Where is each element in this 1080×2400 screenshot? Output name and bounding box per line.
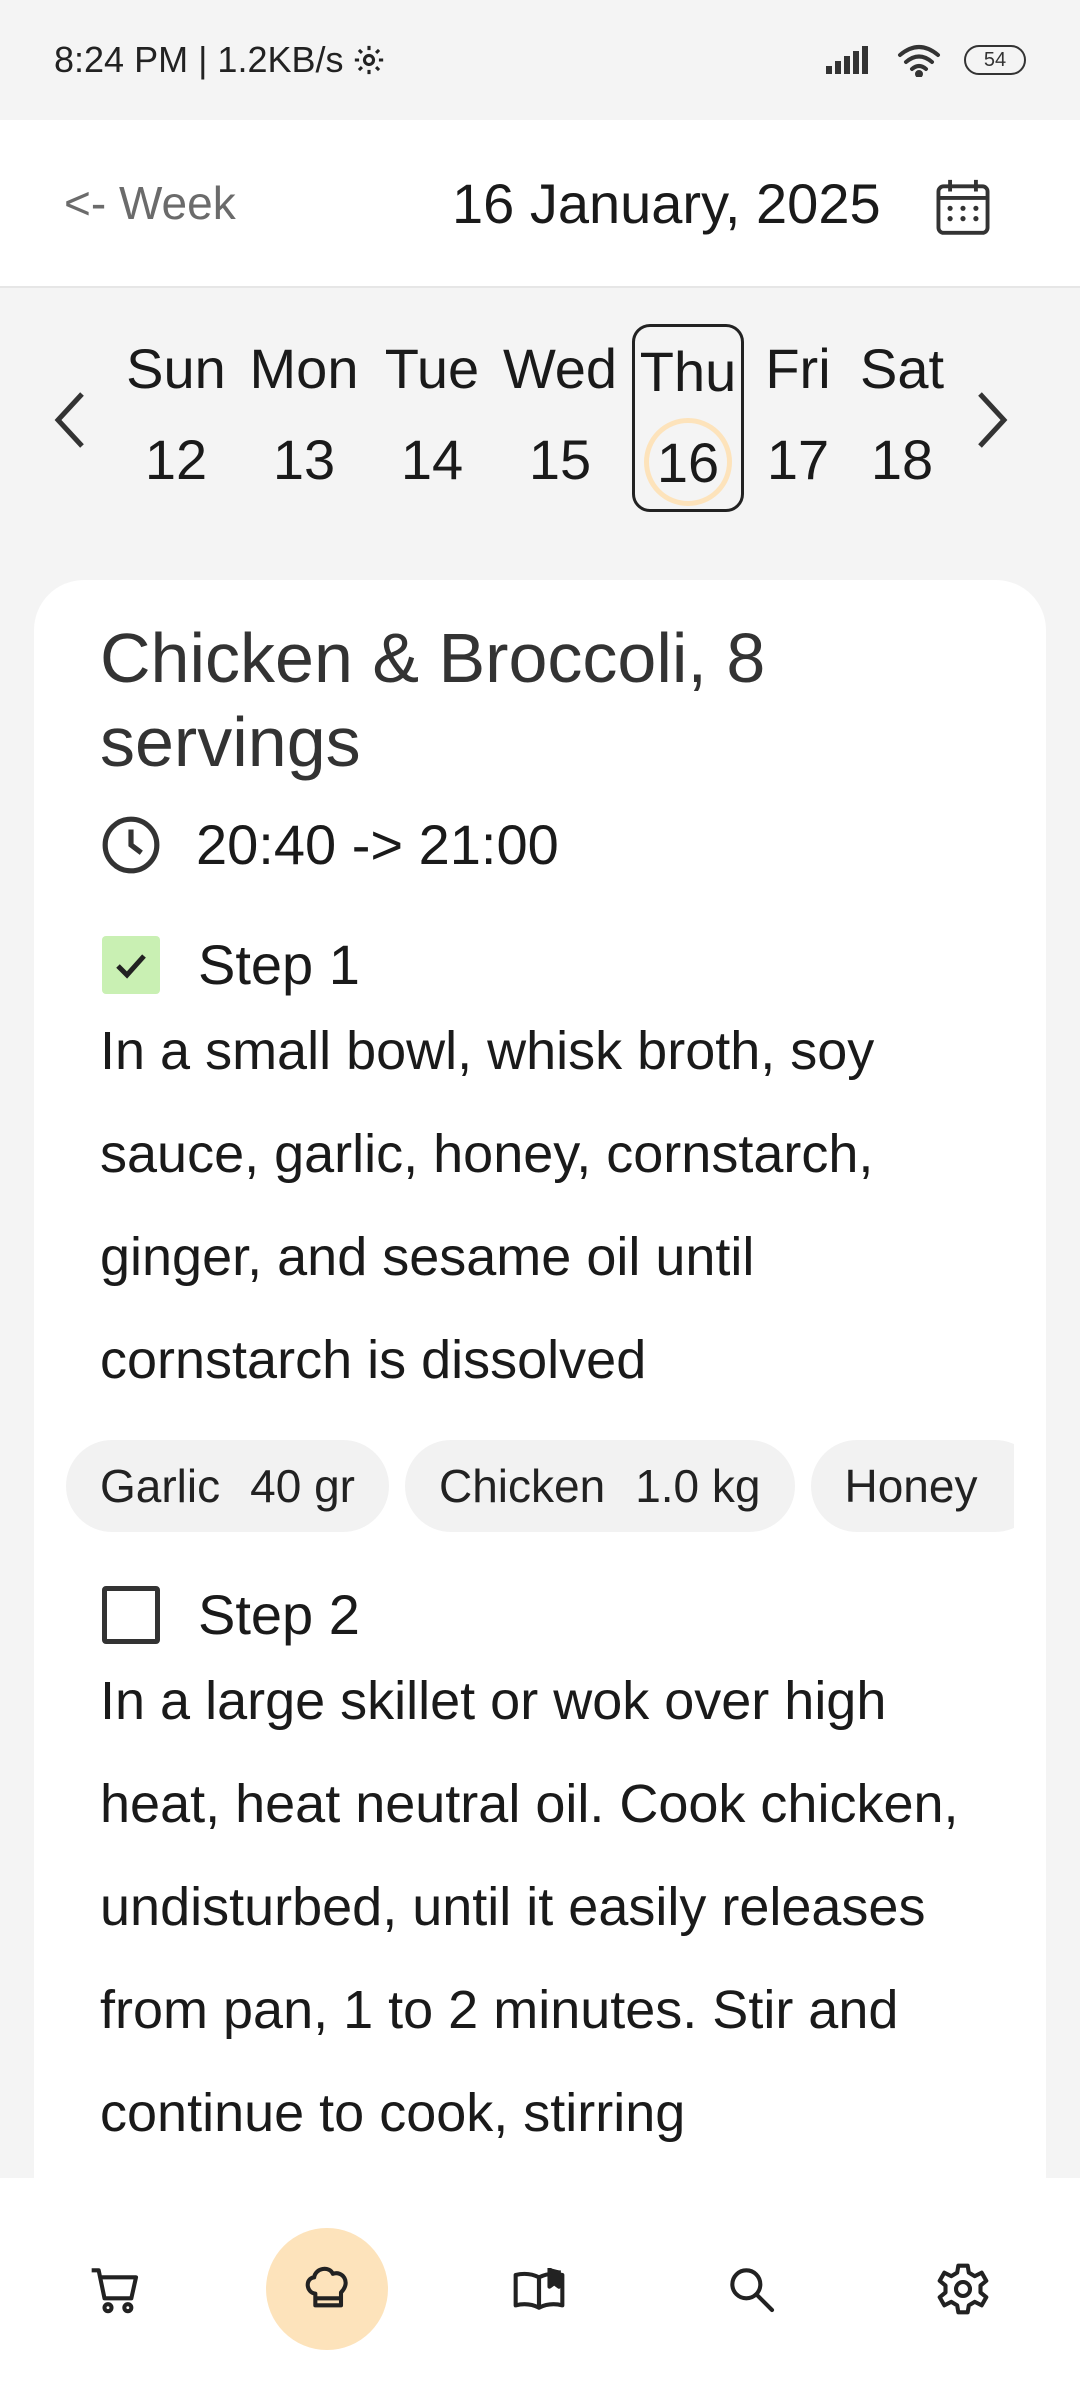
ingredient-name: Honey — [844, 1460, 978, 1512]
day-fri[interactable]: Fri 17 — [742, 324, 854, 512]
day-name: Wed — [502, 337, 618, 400]
nav-recipes[interactable] — [478, 2228, 600, 2350]
cart-icon — [91, 2268, 139, 2314]
day-mon[interactable]: Mon 13 — [248, 324, 360, 512]
nav-cooking[interactable] — [266, 2228, 388, 2350]
step-1-checkbox[interactable] — [102, 935, 160, 994]
chef-hat-icon — [305, 2266, 348, 2308]
step-2-label: Step 2 — [198, 1583, 360, 1646]
day-thu-selected[interactable]: Thu 16 — [632, 324, 744, 512]
day-number: 12 — [144, 427, 208, 491]
ingredient-name: Garlic — [100, 1460, 221, 1512]
status-left: 8:24 PM | 1.2KB/s — [54, 39, 386, 81]
step-2-header: Step 2 — [102, 1582, 360, 1647]
day-tue[interactable]: Tue 14 — [376, 324, 488, 512]
day-sun[interactable]: Sun 12 — [120, 324, 232, 512]
ingredient-chips[interactable]: Garlic 40 gr Chicken 1.0 kg Honey — [66, 1440, 1014, 1532]
time-row: 20:40 -> 21:00 — [100, 812, 559, 877]
calendar-button[interactable] — [932, 176, 994, 238]
day-wed[interactable]: Wed 15 — [502, 324, 618, 512]
nav-search[interactable] — [690, 2228, 812, 2350]
settings-gear-icon — [354, 45, 383, 75]
ingredient-qty: 40 gr — [250, 1460, 355, 1512]
app-header: <- Week 16 January, 2025 — [0, 120, 1080, 288]
recipe-time: 20:40 -> 21:00 — [196, 813, 559, 876]
ingredient-qty: 1.0 kg — [635, 1460, 761, 1512]
previous-week-button[interactable] — [42, 380, 98, 460]
status-time-speed: 8:24 PM | 1.2KB/s — [54, 39, 344, 80]
checkmark-icon — [116, 953, 146, 979]
step-1-label: Step 1 — [198, 933, 360, 996]
app-root: 8:24 PM | 1.2KB/s 54 <- Week 16 January,… — [0, 0, 1080, 2400]
day-number: 14 — [400, 427, 464, 491]
nav-settings[interactable] — [902, 2228, 1024, 2350]
chevron-right-icon — [978, 392, 1008, 448]
next-week-button[interactable] — [964, 380, 1020, 460]
day-name: Thu — [639, 340, 737, 403]
day-name: Fri — [765, 337, 831, 400]
back-to-week-link[interactable]: <- Week — [64, 176, 236, 230]
clock-icon — [102, 816, 160, 873]
step-1-text: In a small bowl, whisk broth, soy sauce,… — [100, 1021, 875, 1390]
settings-icon — [937, 2263, 989, 2315]
page-title-date: 16 January, 2025 — [452, 171, 881, 235]
day-number: 18 — [870, 427, 934, 491]
bottom-navigation — [0, 2178, 1080, 2400]
day-number: 16 — [644, 418, 732, 506]
ingredient-name: Chicken — [438, 1460, 606, 1512]
nav-cart[interactable] — [54, 2228, 176, 2350]
search-icon — [730, 2268, 775, 2313]
day-number: 13 — [272, 427, 336, 491]
battery-level: 54 — [983, 48, 1007, 71]
step-2-text: In a large skillet or wok over high heat… — [100, 1671, 959, 2143]
ingredient-chip-garlic[interactable]: Garlic 40 gr — [66, 1440, 389, 1532]
day-number: 15 — [528, 427, 592, 491]
calendar-icon — [936, 179, 990, 235]
ingredient-chip-chicken[interactable]: Chicken 1.0 kg — [404, 1440, 795, 1532]
signal-icon — [826, 46, 868, 74]
recipe-card: Chicken & Broccoli, 8 servings 20:40 -> … — [34, 580, 1046, 2400]
week-strip: Sun 12 Mon 13 Tue 14 Wed 15 Thu 16 Fri 1… — [0, 300, 1080, 540]
day-number: 17 — [766, 427, 830, 491]
chevron-left-icon — [54, 392, 84, 448]
battery-icon: 54 — [964, 45, 1026, 75]
day-name: Tue — [384, 337, 480, 400]
status-bar: 8:24 PM | 1.2KB/s 54 — [0, 0, 1080, 120]
day-sat[interactable]: Sat 18 — [846, 324, 958, 512]
book-icon — [513, 2268, 565, 2310]
day-name: Mon — [249, 337, 359, 400]
day-name: Sun — [126, 337, 226, 400]
step-2-checkbox[interactable] — [102, 1585, 160, 1644]
step-1-header: Step 1 — [102, 932, 360, 997]
status-right: 54 — [824, 43, 1026, 77]
wifi-icon — [898, 45, 940, 77]
recipe-title: Chicken & Broccoli, 8 servings — [100, 619, 766, 781]
day-name: Sat — [859, 337, 945, 400]
ingredient-chip-honey[interactable]: Honey — [810, 1440, 1014, 1532]
